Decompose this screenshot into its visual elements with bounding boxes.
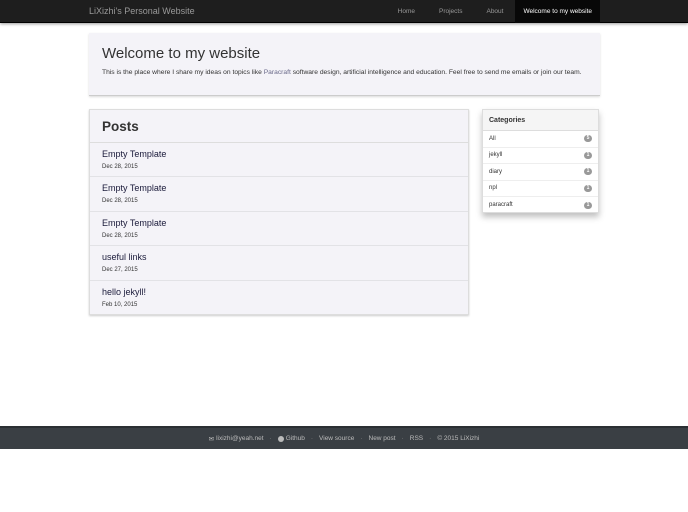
separator: · bbox=[310, 435, 314, 442]
nav-projects[interactable]: Projects bbox=[427, 0, 474, 23]
github-link[interactable]: Github bbox=[286, 435, 305, 442]
post-date: Dec 28, 2015 bbox=[102, 198, 138, 205]
category-count-badge: 1 bbox=[584, 184, 592, 192]
nav-home[interactable]: Home bbox=[386, 0, 427, 23]
post-item: useful links Dec 27, 2015 bbox=[90, 246, 468, 281]
separator: · bbox=[269, 435, 272, 442]
category-item[interactable]: All 5 bbox=[483, 131, 598, 148]
category-item[interactable]: jekyll 1 bbox=[483, 148, 598, 164]
category-count-badge: 1 bbox=[584, 168, 592, 176]
category-count-badge: 1 bbox=[584, 151, 592, 159]
post-date: Dec 28, 2015 bbox=[102, 232, 138, 239]
categories-heading: Categories bbox=[483, 110, 598, 131]
copyright: © 2015 LiXizhi bbox=[437, 435, 480, 442]
category-item[interactable]: diary 1 bbox=[483, 164, 598, 181]
post-date: Feb 10, 2015 bbox=[102, 301, 138, 308]
post-item: Empty Template Dec 28, 2015 bbox=[90, 177, 468, 212]
category-item[interactable]: npl 1 bbox=[483, 181, 598, 197]
github-icon bbox=[277, 435, 284, 442]
paracraft-link[interactable]: Paracraft bbox=[264, 69, 291, 76]
separator: · bbox=[360, 435, 363, 442]
email-link[interactable]: lixizhi@yeah.net bbox=[216, 435, 263, 442]
category-count-badge: 1 bbox=[584, 201, 592, 209]
post-date: Dec 27, 2015 bbox=[102, 267, 138, 274]
category-count-badge: 5 bbox=[584, 135, 592, 143]
category-name: diary bbox=[489, 168, 503, 175]
rss-link[interactable]: RSS bbox=[410, 435, 423, 442]
jumbotron: Welcome to my website This is the place … bbox=[89, 33, 600, 96]
separator: · bbox=[401, 435, 404, 442]
post-item: Empty Template Dec 28, 2015 bbox=[90, 212, 468, 247]
category-name: npl bbox=[489, 185, 498, 191]
mail-icon: ✉ bbox=[208, 435, 215, 443]
nav-welcome[interactable]: Welcome to my website bbox=[515, 0, 600, 23]
navbar: LiXizhi's Personal Website Home Projects… bbox=[0, 0, 688, 23]
footer: ✉ lixizhi@yeah.net · Github · View sourc… bbox=[0, 426, 688, 449]
intro-text-end: software design, artificial intelligence… bbox=[290, 69, 582, 76]
post-title-link[interactable]: Empty Template bbox=[102, 149, 456, 159]
post-item: Empty Template Dec 28, 2015 bbox=[90, 143, 468, 178]
post-title-link[interactable]: useful links bbox=[102, 252, 456, 262]
category-name: jekyll bbox=[489, 152, 503, 158]
new-post-link[interactable]: New post bbox=[369, 435, 396, 442]
category-item[interactable]: paracraft 1 bbox=[483, 197, 598, 214]
posts-heading: Posts bbox=[90, 110, 468, 143]
brand-link[interactable]: LiXizhi's Personal Website bbox=[89, 6, 195, 16]
view-source-link[interactable]: View source bbox=[319, 435, 354, 442]
nav-about[interactable]: About bbox=[474, 0, 515, 23]
post-title-link[interactable]: hello jekyll! bbox=[102, 287, 456, 297]
post-item: hello jekyll! Feb 10, 2015 bbox=[90, 281, 468, 315]
separator: · bbox=[429, 435, 432, 442]
category-name: paracraft bbox=[489, 202, 513, 208]
post-title-link[interactable]: Empty Template bbox=[102, 218, 456, 228]
page-title: Welcome to my website bbox=[102, 45, 261, 62]
post-title-link[interactable]: Empty Template bbox=[102, 183, 456, 193]
intro-text: This is the place where I share my ideas… bbox=[102, 67, 592, 78]
category-name: All bbox=[489, 135, 496, 142]
post-date: Dec 28, 2015 bbox=[102, 164, 138, 170]
categories-panel: Categories All 5 jekyll 1 diary 1 npl 1 paracraf… bbox=[482, 109, 599, 213]
posts-panel: Posts Empty Template Dec 28, 2015 Empty Te… bbox=[89, 109, 469, 315]
intro-text-start: This is the place where I share my ideas… bbox=[102, 69, 264, 76]
